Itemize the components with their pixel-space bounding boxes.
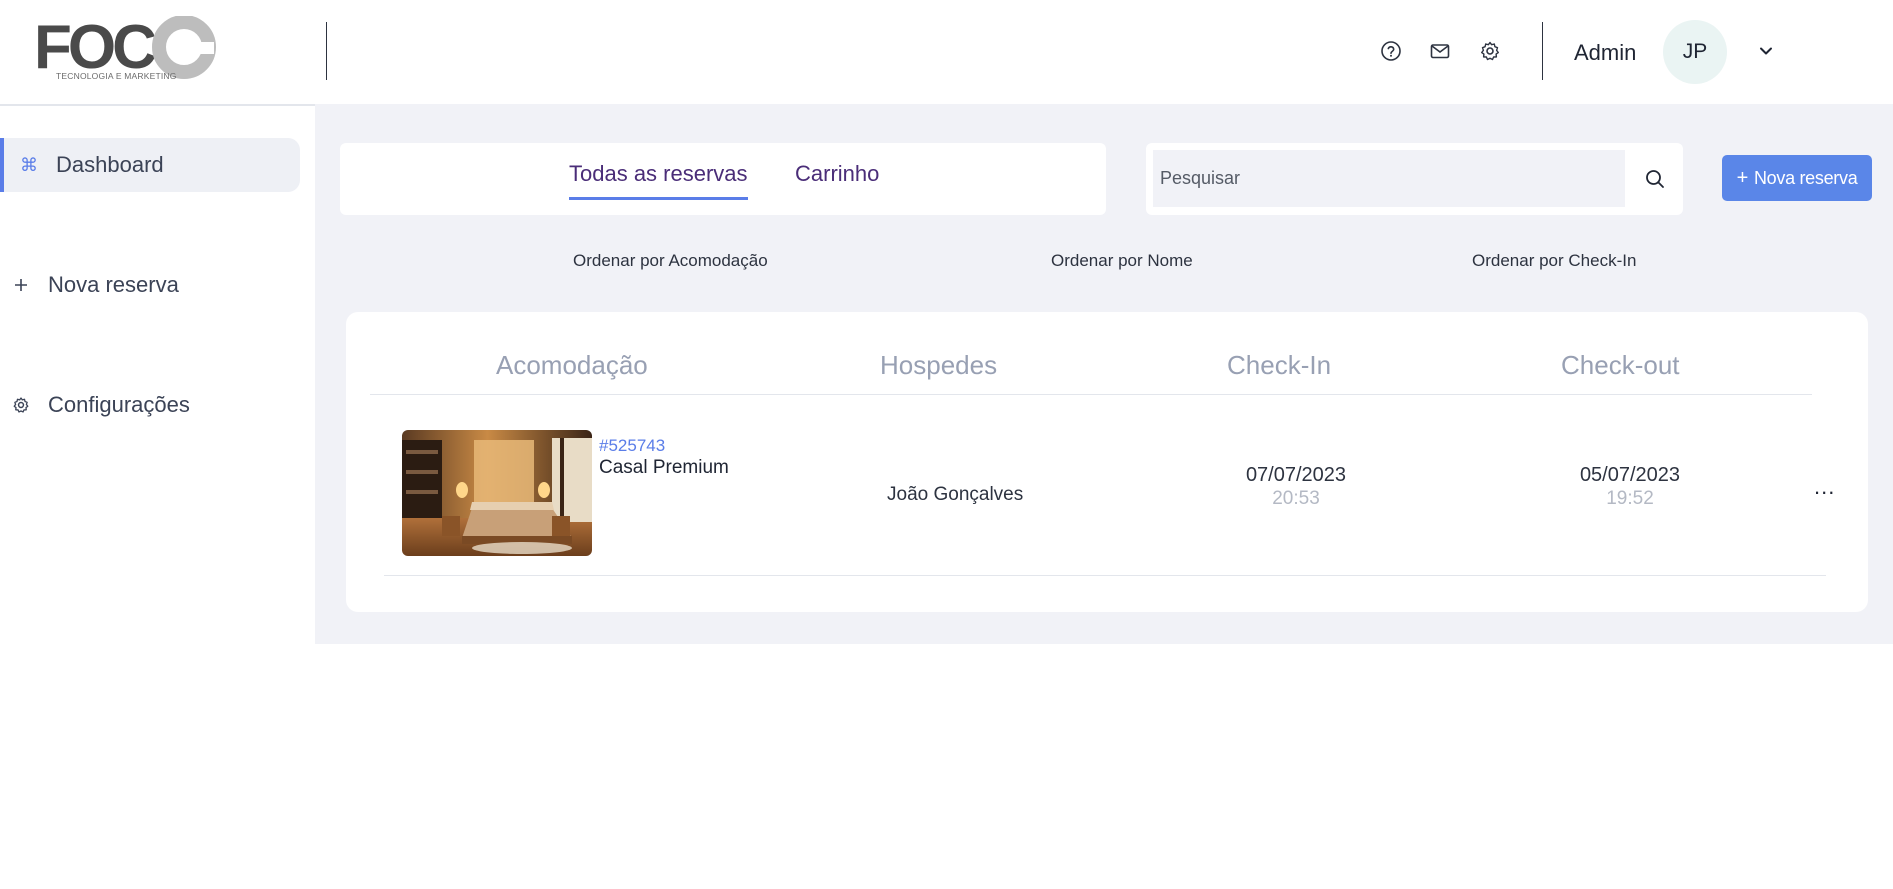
guest-name: João Gonçalves bbox=[887, 484, 1024, 505]
checkout-date: 05/07/2023 bbox=[1579, 464, 1681, 486]
checkin-time: 20:53 bbox=[1272, 488, 1320, 509]
sort-by-name[interactable]: Ordenar por Nome bbox=[1051, 251, 1193, 271]
gear-icon[interactable] bbox=[1479, 40, 1501, 62]
main-content: Todas as reservas Carrinho + Nova reserv… bbox=[315, 104, 1893, 644]
column-header: Acomodação bbox=[496, 350, 648, 380]
reservations-table: Acomodação Hospedes Check-In Check-out #… bbox=[346, 312, 1868, 612]
new-reservation-button[interactable]: + Nova reserva bbox=[1722, 155, 1872, 201]
room-name: Casal Premium bbox=[599, 457, 729, 478]
tab-todas-as-reservas[interactable]: Todas as reservas bbox=[569, 161, 748, 200]
plus-icon: + bbox=[1736, 166, 1749, 189]
admin-label: Admin bbox=[1574, 40, 1637, 65]
checkin-date: 07/07/2023 bbox=[1245, 464, 1347, 486]
sidebar-item-dashboard[interactable]: ⌘ Dashboard bbox=[0, 138, 300, 192]
help-icon[interactable] bbox=[1380, 40, 1402, 62]
search-input[interactable] bbox=[1153, 150, 1625, 207]
sidebar-item-label: Nova reserva bbox=[48, 272, 179, 297]
checkout-time: 19:52 bbox=[1606, 488, 1654, 509]
plus-icon bbox=[10, 274, 32, 296]
mail-icon[interactable] bbox=[1429, 40, 1451, 62]
row-divider bbox=[384, 575, 1826, 576]
column-header: Check-out bbox=[1561, 350, 1680, 380]
sidebar-item-configuracoes[interactable]: Configurações bbox=[0, 378, 300, 432]
column-header: Check-In bbox=[1227, 350, 1332, 380]
gear-icon bbox=[10, 394, 32, 416]
header-divider bbox=[1542, 22, 1543, 80]
top-header: FOC TECNOLOGIA E MARKETING Admin JP bbox=[0, 0, 1893, 104]
search-bar bbox=[1146, 143, 1683, 215]
column-header: Hospedes bbox=[880, 350, 998, 380]
reservation-code[interactable]: #525743 bbox=[599, 436, 665, 456]
command-icon: ⌘ bbox=[20, 154, 38, 175]
sort-by-checkin[interactable]: Ordenar por Check-In bbox=[1472, 251, 1636, 271]
sidebar-item-label: Configurações bbox=[48, 392, 190, 417]
header-divider bbox=[370, 394, 1812, 395]
header-divider bbox=[326, 22, 327, 80]
sort-by-accommodation[interactable]: Ordenar por Acomodação bbox=[573, 251, 768, 271]
search-icon[interactable] bbox=[1644, 168, 1666, 190]
more-actions-icon[interactable]: ... bbox=[1814, 474, 1835, 500]
avatar[interactable]: JP bbox=[1663, 20, 1727, 84]
tab-carrinho[interactable]: Carrinho bbox=[795, 161, 879, 197]
sidebar-item-nova-reserva[interactable]: Nova reserva bbox=[0, 258, 300, 312]
tabs-bar: Todas as reservas Carrinho bbox=[340, 143, 1106, 215]
sidebar: ⌘ Dashboard Nova reserva Configurações bbox=[0, 104, 315, 889]
logo-subtitle: TECNOLOGIA E MARKETING bbox=[56, 71, 177, 81]
new-reservation-label: Nova reserva bbox=[1753, 167, 1858, 188]
room-photo bbox=[402, 430, 592, 556]
sidebar-item-label: Dashboard bbox=[56, 152, 164, 177]
chevron-down-icon[interactable] bbox=[1756, 41, 1776, 61]
